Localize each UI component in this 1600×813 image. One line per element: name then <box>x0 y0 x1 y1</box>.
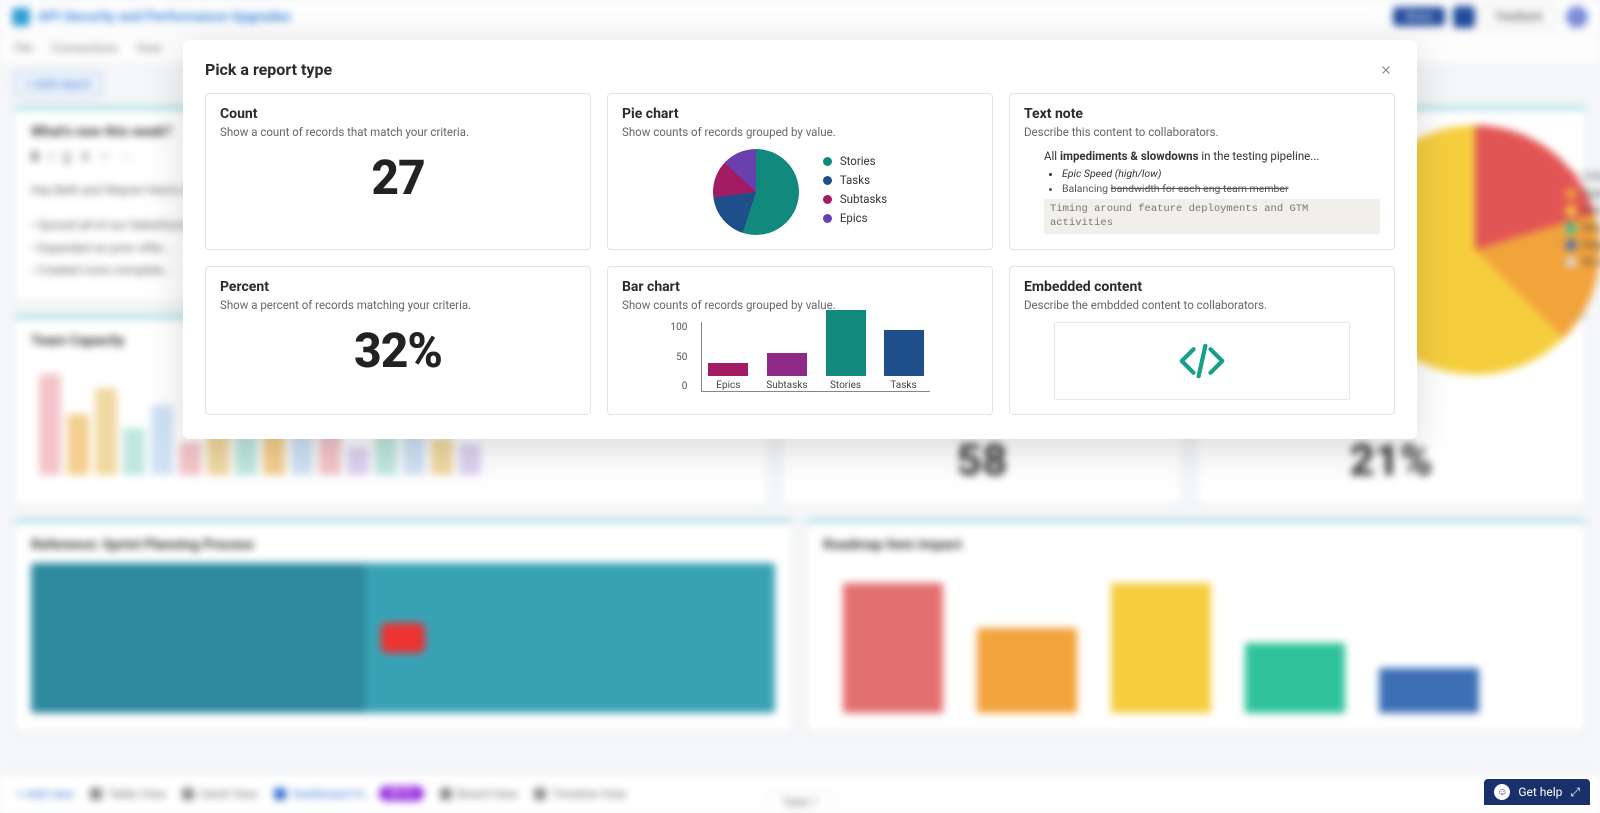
pie-legend-epics: Epics <box>840 211 868 225</box>
pie-chart-icon <box>713 149 799 235</box>
bar-label-subtasks: Subtasks <box>766 380 807 391</box>
option-percent-title: Percent <box>220 279 576 295</box>
bar-subtasks <box>767 353 807 376</box>
pie-legend-stories: Stories <box>840 154 876 168</box>
note-code-block: Timing around feature deployments and GT… <box>1044 199 1380 234</box>
pie-legend-subtasks: Subtasks <box>840 192 887 206</box>
bar-tasks <box>884 330 924 376</box>
option-count-desc: Show a count of records that match your … <box>220 125 576 139</box>
get-help-widget[interactable]: ☺ Get help ⤢ <box>1484 779 1590 805</box>
code-icon <box>1175 334 1229 388</box>
option-pie-chart[interactable]: Pie chart Show counts of records grouped… <box>607 93 993 250</box>
option-pie-title: Pie chart <box>622 106 978 122</box>
option-percent-desc: Show a percent of records matching your … <box>220 298 576 312</box>
bar-chart-sample: 100 50 0 Epics Subtasks Stories Tasks <box>622 322 978 392</box>
report-type-modal: Pick a report type Count Show a count of… <box>183 40 1417 439</box>
option-embedded-content[interactable]: Embedded content Describe the embdded co… <box>1009 266 1395 415</box>
modal-overlay: Pick a report type Count Show a count of… <box>0 0 1600 813</box>
option-count-title: Count <box>220 106 576 122</box>
bar-tick-0: 0 <box>670 381 687 392</box>
option-text-note[interactable]: Text note Describe this content to colla… <box>1009 93 1395 250</box>
modal-title: Pick a report type <box>205 60 1377 79</box>
expand-icon: ⤢ <box>1570 785 1580 800</box>
help-avatar-icon: ☺ <box>1494 784 1510 800</box>
option-bar-title: Bar chart <box>622 279 978 295</box>
option-pie-desc: Show counts of records grouped by value. <box>622 125 978 139</box>
note-sample-body: All impediments & slowdowns in the testi… <box>1024 149 1380 195</box>
bar-label-stories: Stories <box>830 380 861 391</box>
option-embed-desc: Describe the embdded content to collabor… <box>1024 298 1380 312</box>
embed-icon-box <box>1054 322 1350 400</box>
bar-tick-50: 50 <box>670 352 687 363</box>
note-li-2: Balancing bandwidth for each eng team me… <box>1062 182 1380 195</box>
option-bar-desc: Show counts of records grouped by value. <box>622 298 978 312</box>
pie-chart-legend: Stories Tasks Subtasks Epics <box>823 154 887 230</box>
bar-tick-100: 100 <box>670 322 687 333</box>
option-note-desc: Describe this content to collaborators. <box>1024 125 1380 139</box>
option-bar-chart[interactable]: Bar chart Show counts of records grouped… <box>607 266 993 415</box>
option-percent[interactable]: Percent Show a percent of records matchi… <box>205 266 591 415</box>
get-help-label: Get help <box>1518 785 1562 799</box>
option-embed-title: Embedded content <box>1024 279 1380 295</box>
option-count[interactable]: Count Show a count of records that match… <box>205 93 591 250</box>
pie-legend-tasks: Tasks <box>840 173 870 187</box>
bar-epics <box>708 363 748 376</box>
bar-label-epics: Epics <box>716 380 740 391</box>
option-note-title: Text note <box>1024 106 1380 122</box>
bar-stories <box>826 310 866 376</box>
bar-label-tasks: Tasks <box>890 380 916 391</box>
count-sample-value: 27 <box>220 149 576 206</box>
note-li-1: Epic Speed (high/low) <box>1062 167 1380 180</box>
close-icon[interactable] <box>1377 61 1395 79</box>
percent-sample-value: 32% <box>220 322 576 379</box>
